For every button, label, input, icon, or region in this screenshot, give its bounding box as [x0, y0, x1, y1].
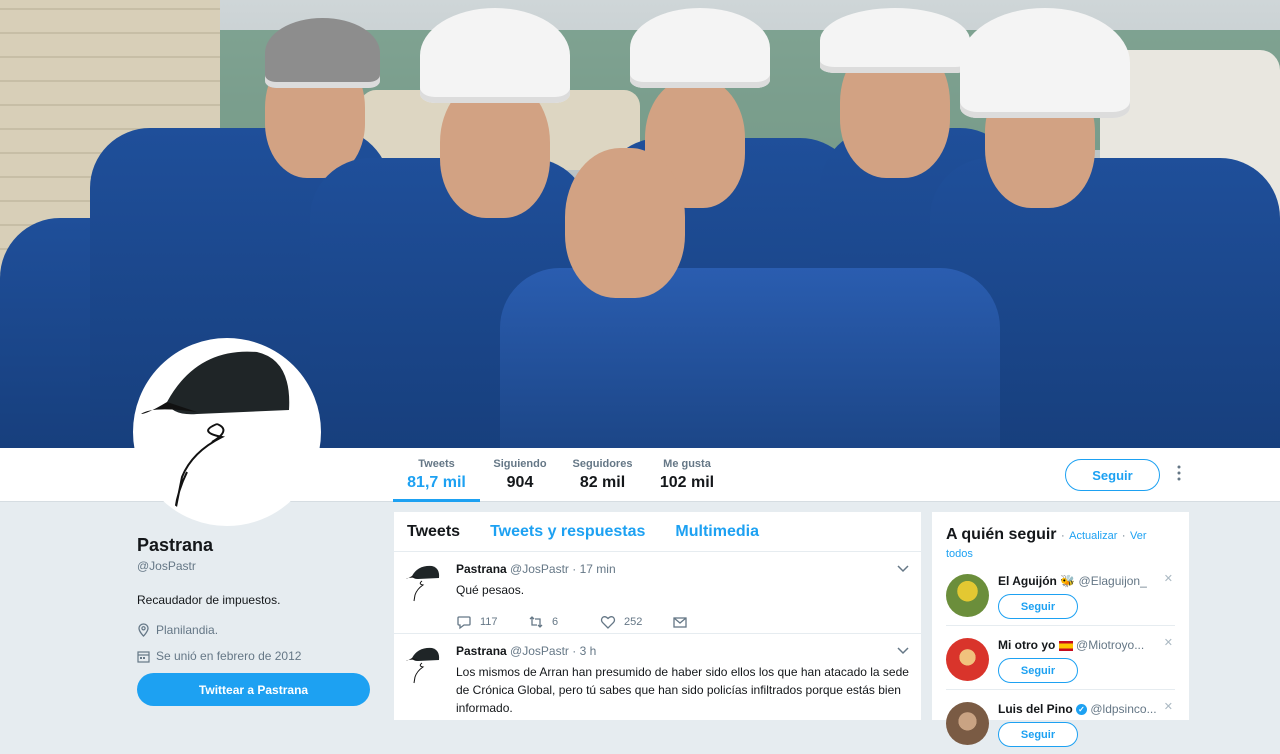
suggestion-item[interactable]: Luis del Pino ✓ @ldpsinco... Seguir ✕ [946, 690, 1175, 754]
tweet-handle[interactable]: @JosPastr [510, 562, 569, 576]
tweet[interactable]: Pastrana @JosPastr · 17 min Qué pesaos. … [394, 552, 921, 634]
tweet-handle[interactable]: @JosPastr [510, 644, 569, 658]
tab-tweets-replies[interactable]: Tweets y respuestas [490, 523, 645, 541]
reply-action[interactable]: 117 [456, 614, 528, 630]
suggestion-name[interactable]: Mi otro yo [998, 638, 1055, 652]
dismiss-icon[interactable]: ✕ [1164, 700, 1173, 713]
suggestion-handle: @Miotroyo... [1076, 638, 1145, 652]
joined-text: Se unió en febrero de 2012 [156, 649, 302, 663]
heart-icon [600, 616, 616, 629]
more-vertical-icon[interactable] [1173, 465, 1185, 485]
follow-button[interactable]: Seguir [998, 658, 1078, 683]
verified-icon: ✓ [1076, 704, 1088, 716]
suggestion-name[interactable]: El Aguijón [998, 574, 1057, 588]
stat-value: 102 mil [659, 474, 715, 491]
location-text: Planilandia. [156, 623, 219, 637]
stat-value: 904 [506, 474, 534, 491]
suggestion-avatar[interactable] [946, 702, 989, 745]
suggestion-item[interactable]: El Aguijón 🐝 @Elaguijon_ Seguir ✕ [946, 562, 1175, 626]
follow-button[interactable]: Seguir [998, 722, 1078, 747]
retweet-count: 6 [552, 616, 559, 628]
tweet-time[interactable]: · 3 h [572, 644, 596, 658]
like-action[interactable]: 252 [600, 614, 672, 630]
stat-label: Siguiendo [493, 458, 547, 470]
tab-tweets[interactable]: Tweets [407, 523, 460, 541]
stat-likes[interactable]: Me gusta 102 mil [655, 458, 719, 492]
avatar[interactable] [133, 338, 321, 526]
suggestion-name-row: El Aguijón 🐝 @Elaguijon_ [998, 574, 1175, 588]
follow-button[interactable]: Seguir [1065, 459, 1160, 491]
reply-icon [457, 616, 471, 630]
stat-following[interactable]: Siguiendo 904 [490, 458, 550, 492]
stat-label: Tweets [418, 458, 455, 470]
retweet-icon [529, 616, 543, 628]
tweet-time[interactable]: · 17 min [572, 562, 615, 576]
profile-handle[interactable]: @JosPastr [137, 559, 377, 573]
tweet[interactable]: Pastrana @JosPastr · 3 h Los mismos de A… [394, 634, 921, 724]
suggestion-name[interactable]: Luis del Pino [998, 702, 1073, 716]
calendar-icon [137, 650, 150, 663]
separator: · [1121, 530, 1126, 542]
reply-count: 117 [480, 616, 498, 628]
suggestion-name-row: Luis del Pino ✓ @ldpsinco... [998, 702, 1175, 716]
tweet-text: Los mismos de Arran han presumido de hab… [456, 665, 909, 715]
tweet-meta: Pastrana @JosPastr · 3 h [456, 644, 909, 658]
timeline-tabs: Tweets Tweets y respuestas Multimedia [394, 512, 921, 552]
stat-value: 82 mil [579, 474, 626, 491]
tweet-author[interactable]: Pastrana [456, 644, 507, 658]
cap-icon [141, 351, 290, 513]
tab-media[interactable]: Multimedia [675, 523, 759, 541]
envelope-icon [673, 617, 687, 628]
suggestion-avatar[interactable] [946, 638, 989, 681]
separator: · [1060, 530, 1065, 542]
profile-name: Pastrana [137, 535, 214, 555]
wtf-title: A quién seguir [946, 526, 1057, 543]
like-count: 252 [624, 616, 643, 628]
profile-bio: Recaudador de impuestos. [137, 593, 281, 607]
profile-card: Pastrana @JosPastr Recaudador de impuest… [137, 535, 377, 663]
spain-flag-icon [1058, 640, 1073, 651]
stat-value: 81,7 mil [407, 474, 466, 491]
timeline: Tweets Tweets y respuestas Multimedia Pa… [394, 512, 921, 724]
retweet-action[interactable]: 6 [528, 614, 600, 630]
worker [500, 148, 1000, 448]
chevron-down-icon[interactable] [897, 644, 909, 658]
suggestion-avatar[interactable] [946, 574, 989, 617]
tweet-avatar[interactable] [404, 562, 444, 602]
suggestion-handle: @Elaguijon_ [1078, 574, 1147, 588]
message-action[interactable] [672, 614, 744, 630]
suggestion-name-row: Mi otro yo @Miotroyo... [998, 638, 1175, 652]
dismiss-icon[interactable]: ✕ [1164, 636, 1173, 649]
follow-button[interactable]: Seguir [998, 594, 1078, 619]
tweet-text: Qué pesaos. [456, 583, 525, 597]
suggestion-item[interactable]: Mi otro yo @Miotroyo... Seguir ✕ [946, 626, 1175, 690]
tweet-meta: Pastrana @JosPastr · 17 min [456, 562, 909, 576]
suggestion-handle: @ldpsinco... [1090, 702, 1157, 716]
stat-label: Seguidores [572, 458, 633, 470]
stat-tweets[interactable]: Tweets 81,7 mil [393, 458, 480, 502]
bee-emoji-icon: 🐝 [1060, 574, 1076, 588]
stat-followers[interactable]: Seguidores 82 mil [570, 458, 635, 492]
chevron-down-icon[interactable] [897, 562, 909, 576]
dismiss-icon[interactable]: ✕ [1164, 572, 1173, 585]
tweet-author[interactable]: Pastrana [456, 562, 507, 576]
wtf-header: A quién seguir · Actualizar · Ver todos [946, 526, 1175, 562]
stat-label: Me gusta [663, 458, 711, 470]
tweet-actions: 117 6 252 [456, 609, 909, 635]
refresh-link[interactable]: Actualizar [1069, 530, 1117, 542]
tweet-to-button[interactable]: Twittear a Pastrana [137, 673, 370, 706]
profile-joined: Se unió en febrero de 2012 [137, 649, 377, 663]
location-pin-icon [138, 623, 149, 637]
profile-location: Planilandia. [137, 623, 377, 637]
tweet-avatar[interactable] [404, 644, 444, 684]
who-to-follow: A quién seguir · Actualizar · Ver todos … [932, 512, 1189, 754]
